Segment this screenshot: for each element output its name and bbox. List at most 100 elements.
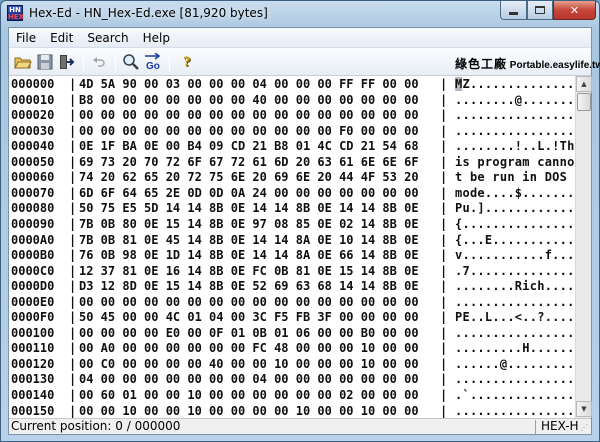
row-ascii-text[interactable]: Pu.]............ [455,200,575,216]
row-ascii-text[interactable]: is program canno [455,154,575,170]
hex-row[interactable]: 000080 | 50 75 E5 5D 14 14 8B 0E 14 14 8B … [9,200,575,216]
open-folder-icon [14,57,32,69]
row-ascii-text[interactable]: ........@....... [455,92,575,108]
hex-row[interactable]: 000130 | 04 00 00 00 00 00 00 00 04 00 00 … [9,371,575,387]
row-hex-bytes[interactable]: 0E 1F BA 0E 00 B4 09 CD 21 B8 01 4C CD 2… [79,138,419,154]
goto-button[interactable]: Go [143,52,163,72]
undo-button[interactable] [89,52,109,72]
row-ascii-text[interactable]: ........!..L.!Th [455,138,575,154]
row-hex-bytes[interactable]: 00 A0 00 00 00 00 00 00 FC 48 00 00 00 1… [79,340,419,356]
row-ascii-text[interactable]: ................ [455,123,575,139]
hex-row[interactable]: 000110 | 00 A0 00 00 00 00 00 00 FC 48 00 … [9,340,575,356]
row-ascii-text[interactable]: ................ [455,294,575,310]
toolbar-separator [169,53,170,71]
row-ascii-text[interactable]: ................ [455,371,575,387]
row-ascii-text[interactable]: v...........f... [455,247,575,263]
row-hex-bytes[interactable]: 00 00 00 00 00 00 00 00 00 00 00 00 00 0… [79,107,419,123]
row-ascii-text[interactable]: t be run in DOS [455,169,575,185]
minimize-button[interactable] [500,1,527,20]
row-hex-bytes[interactable]: 6D 6F 64 65 2E 0D 0D 0A 24 00 00 00 00 0… [79,185,419,201]
scroll-up-button[interactable]: ▲ [576,76,592,92]
hex-row[interactable]: 000120 | 00 C0 00 00 00 00 40 00 00 10 00 … [9,356,575,372]
hex-row[interactable]: 000040 | 0E 1F BA 0E 00 B4 09 CD 21 B8 01 … [9,138,575,154]
row-hex-bytes[interactable]: 12 37 81 0E 16 14 8B 0E FC 0B 81 0E 15 1… [79,263,419,279]
menu-file[interactable]: File [9,31,43,45]
undo-icon [93,57,105,67]
hex-row[interactable]: 000050 | 69 73 20 70 72 6F 67 72 61 6D 20 … [9,154,575,170]
hex-row[interactable]: 0000D0 | D3 12 8D 0E 15 14 8B 0E 52 69 63 … [9,278,575,294]
row-address: 000090 [11,216,55,231]
hex-row[interactable]: 0000A0 | 7B 0B 81 0E 45 14 8B 0E 14 14 8A … [9,232,575,248]
row-ascii-text[interactable]: ................ [455,107,575,123]
row-hex-bytes[interactable]: 00 00 00 00 E0 00 0F 01 0B 01 06 00 00 B… [79,325,419,341]
hex-row[interactable]: 000100 | 00 00 00 00 E0 00 0F 01 0B 01 06 … [9,325,575,341]
hex-editor-view[interactable]: 000000 | 4D 5A 90 00 03 00 00 00 04 00 00 … [9,76,575,418]
save-button[interactable] [35,52,55,72]
row-ascii-text[interactable]: ........Rich.... [455,278,575,294]
help-button[interactable]: ? [177,52,197,72]
row-ascii-text[interactable]: {............... [455,216,575,232]
hex-row[interactable]: 0000E0 | 00 00 00 00 00 00 00 00 00 00 00 … [9,294,575,310]
row-hex-bytes[interactable]: B8 00 00 00 00 00 00 00 40 00 00 00 00 0… [79,92,419,108]
row-ascii-text[interactable]: ................ [455,325,575,341]
hex-row[interactable]: 000020 | 00 00 00 00 00 00 00 00 00 00 00 … [9,107,575,123]
row-hex-bytes[interactable]: 00 00 00 00 00 00 00 00 00 00 00 00 F0 0… [79,123,419,139]
open-button[interactable] [13,52,33,72]
maximize-button[interactable] [527,1,553,20]
hex-row[interactable]: 000000 | 4D 5A 90 00 03 00 00 00 04 00 00 … [9,76,575,92]
scroll-thumb[interactable] [577,93,591,111]
column-separator: | [440,108,448,123]
app-window: HN HEX Hex-Ed - HN_Hex-Ed.exe [81,920 by… [0,0,600,442]
vertical-scrollbar[interactable]: ▲ ▼ [575,76,592,418]
row-ascii-text[interactable]: mode....$....... [455,185,575,201]
hex-row[interactable]: 0000B0 | 76 0B 98 0E 1D 14 8B 0E 14 14 8A … [9,247,575,263]
menu-bar: File Edit Search Help [9,28,591,48]
row-hex-bytes[interactable]: 50 75 E5 5D 14 14 8B 0E 14 14 8B 0E 14 1… [79,200,419,216]
row-hex-bytes[interactable]: 7B 0B 81 0E 45 14 8B 0E 14 14 8A 0E 10 1… [79,232,419,248]
hex-row[interactable]: 0000F0 | 50 45 00 00 4C 01 04 00 3C F5 FB … [9,309,575,325]
row-hex-bytes[interactable]: 76 0B 98 0E 1D 14 8B 0E 14 14 8A 0E 66 1… [79,247,419,263]
find-button[interactable] [121,52,141,72]
title-bar[interactable]: HN HEX Hex-Ed - HN_Hex-Ed.exe [81,920 by… [1,1,599,27]
row-hex-bytes[interactable]: 74 20 62 65 20 72 75 6E 20 69 6E 20 44 4… [79,169,419,185]
hex-row[interactable]: 000150 | 00 00 10 00 00 10 00 00 00 00 10 … [9,403,575,418]
column-separator: | [69,108,77,123]
hex-row[interactable]: 0000C0 | 12 37 81 0E 16 14 8B 0E FC 0B 81 … [9,263,575,279]
ad-banner[interactable]: 綠色工廠 Portable.easylife.tw [455,55,600,71]
row-ascii-text[interactable]: ................ [455,403,575,418]
row-ascii-text[interactable]: PE..L...<..?.... [455,309,575,325]
row-hex-bytes[interactable]: 50 45 00 00 4C 01 04 00 3C F5 FB 3F 00 0… [79,309,419,325]
row-ascii-text[interactable]: .`.............. [455,387,575,403]
hex-row[interactable]: 000070 | 6D 6F 64 65 2E 0D 0D 0A 24 00 00 … [9,185,575,201]
help-icon: ? [183,53,191,70]
row-hex-bytes[interactable]: 7B 0B 80 0E 15 14 8B 0E 97 08 85 0E 02 1… [79,216,419,232]
row-ascii-text[interactable]: {...E........... [455,232,575,248]
row-ascii-text[interactable]: .7.............. [455,263,575,279]
column-separator: | [440,77,448,91]
row-ascii-text[interactable]: ......@......... [455,356,575,372]
menu-search[interactable]: Search [80,31,135,45]
edit-mode-indicator: HEX-H [541,419,579,433]
resize-grip-icon[interactable]: ⋰ [580,423,590,433]
row-ascii-text[interactable]: .........H...... [455,340,575,356]
menu-edit[interactable]: Edit [43,31,80,45]
close-button[interactable]: ✕ [553,1,596,20]
row-hex-bytes[interactable]: 4D 5A 90 00 03 00 00 00 04 00 00 00 FF F… [79,76,419,92]
row-ascii-text[interactable]: MZ.............. [455,76,575,92]
hex-row[interactable]: 000060 | 74 20 62 65 20 72 75 6E 20 69 6E … [9,169,575,185]
row-hex-bytes[interactable]: D3 12 8D 0E 15 14 8B 0E 52 69 63 68 14 1… [79,278,419,294]
hex-row[interactable]: 000010 | B8 00 00 00 00 00 00 00 40 00 00 … [9,92,575,108]
row-hex-bytes[interactable]: 00 00 10 00 00 10 00 00 00 00 10 00 00 1… [79,403,419,418]
hex-row[interactable]: 000090 | 7B 0B 80 0E 15 14 8B 0E 97 08 85 … [9,216,575,232]
row-hex-bytes[interactable]: 00 00 00 00 00 00 00 00 00 00 00 00 00 0… [79,294,419,310]
row-hex-bytes[interactable]: 04 00 00 00 00 00 00 00 04 00 00 00 00 0… [79,371,419,387]
exit-button[interactable] [57,52,77,72]
row-hex-bytes[interactable]: 69 73 20 70 72 6F 67 72 61 6D 20 63 61 6… [79,154,419,170]
scroll-down-button[interactable]: ▼ [576,401,592,417]
menu-help[interactable]: Help [136,31,177,45]
row-hex-bytes[interactable]: 00 60 01 00 00 10 00 00 00 00 00 00 02 0… [79,387,419,403]
hex-row[interactable]: 000030 | 00 00 00 00 00 00 00 00 00 00 00 … [9,123,575,139]
hex-row[interactable]: 000140 | 00 60 01 00 00 10 00 00 00 00 00 … [9,387,575,403]
hex-ed-app-icon[interactable]: HN HEX [7,5,24,21]
row-hex-bytes[interactable]: 00 C0 00 00 00 00 40 00 00 10 00 00 00 1… [79,356,419,372]
